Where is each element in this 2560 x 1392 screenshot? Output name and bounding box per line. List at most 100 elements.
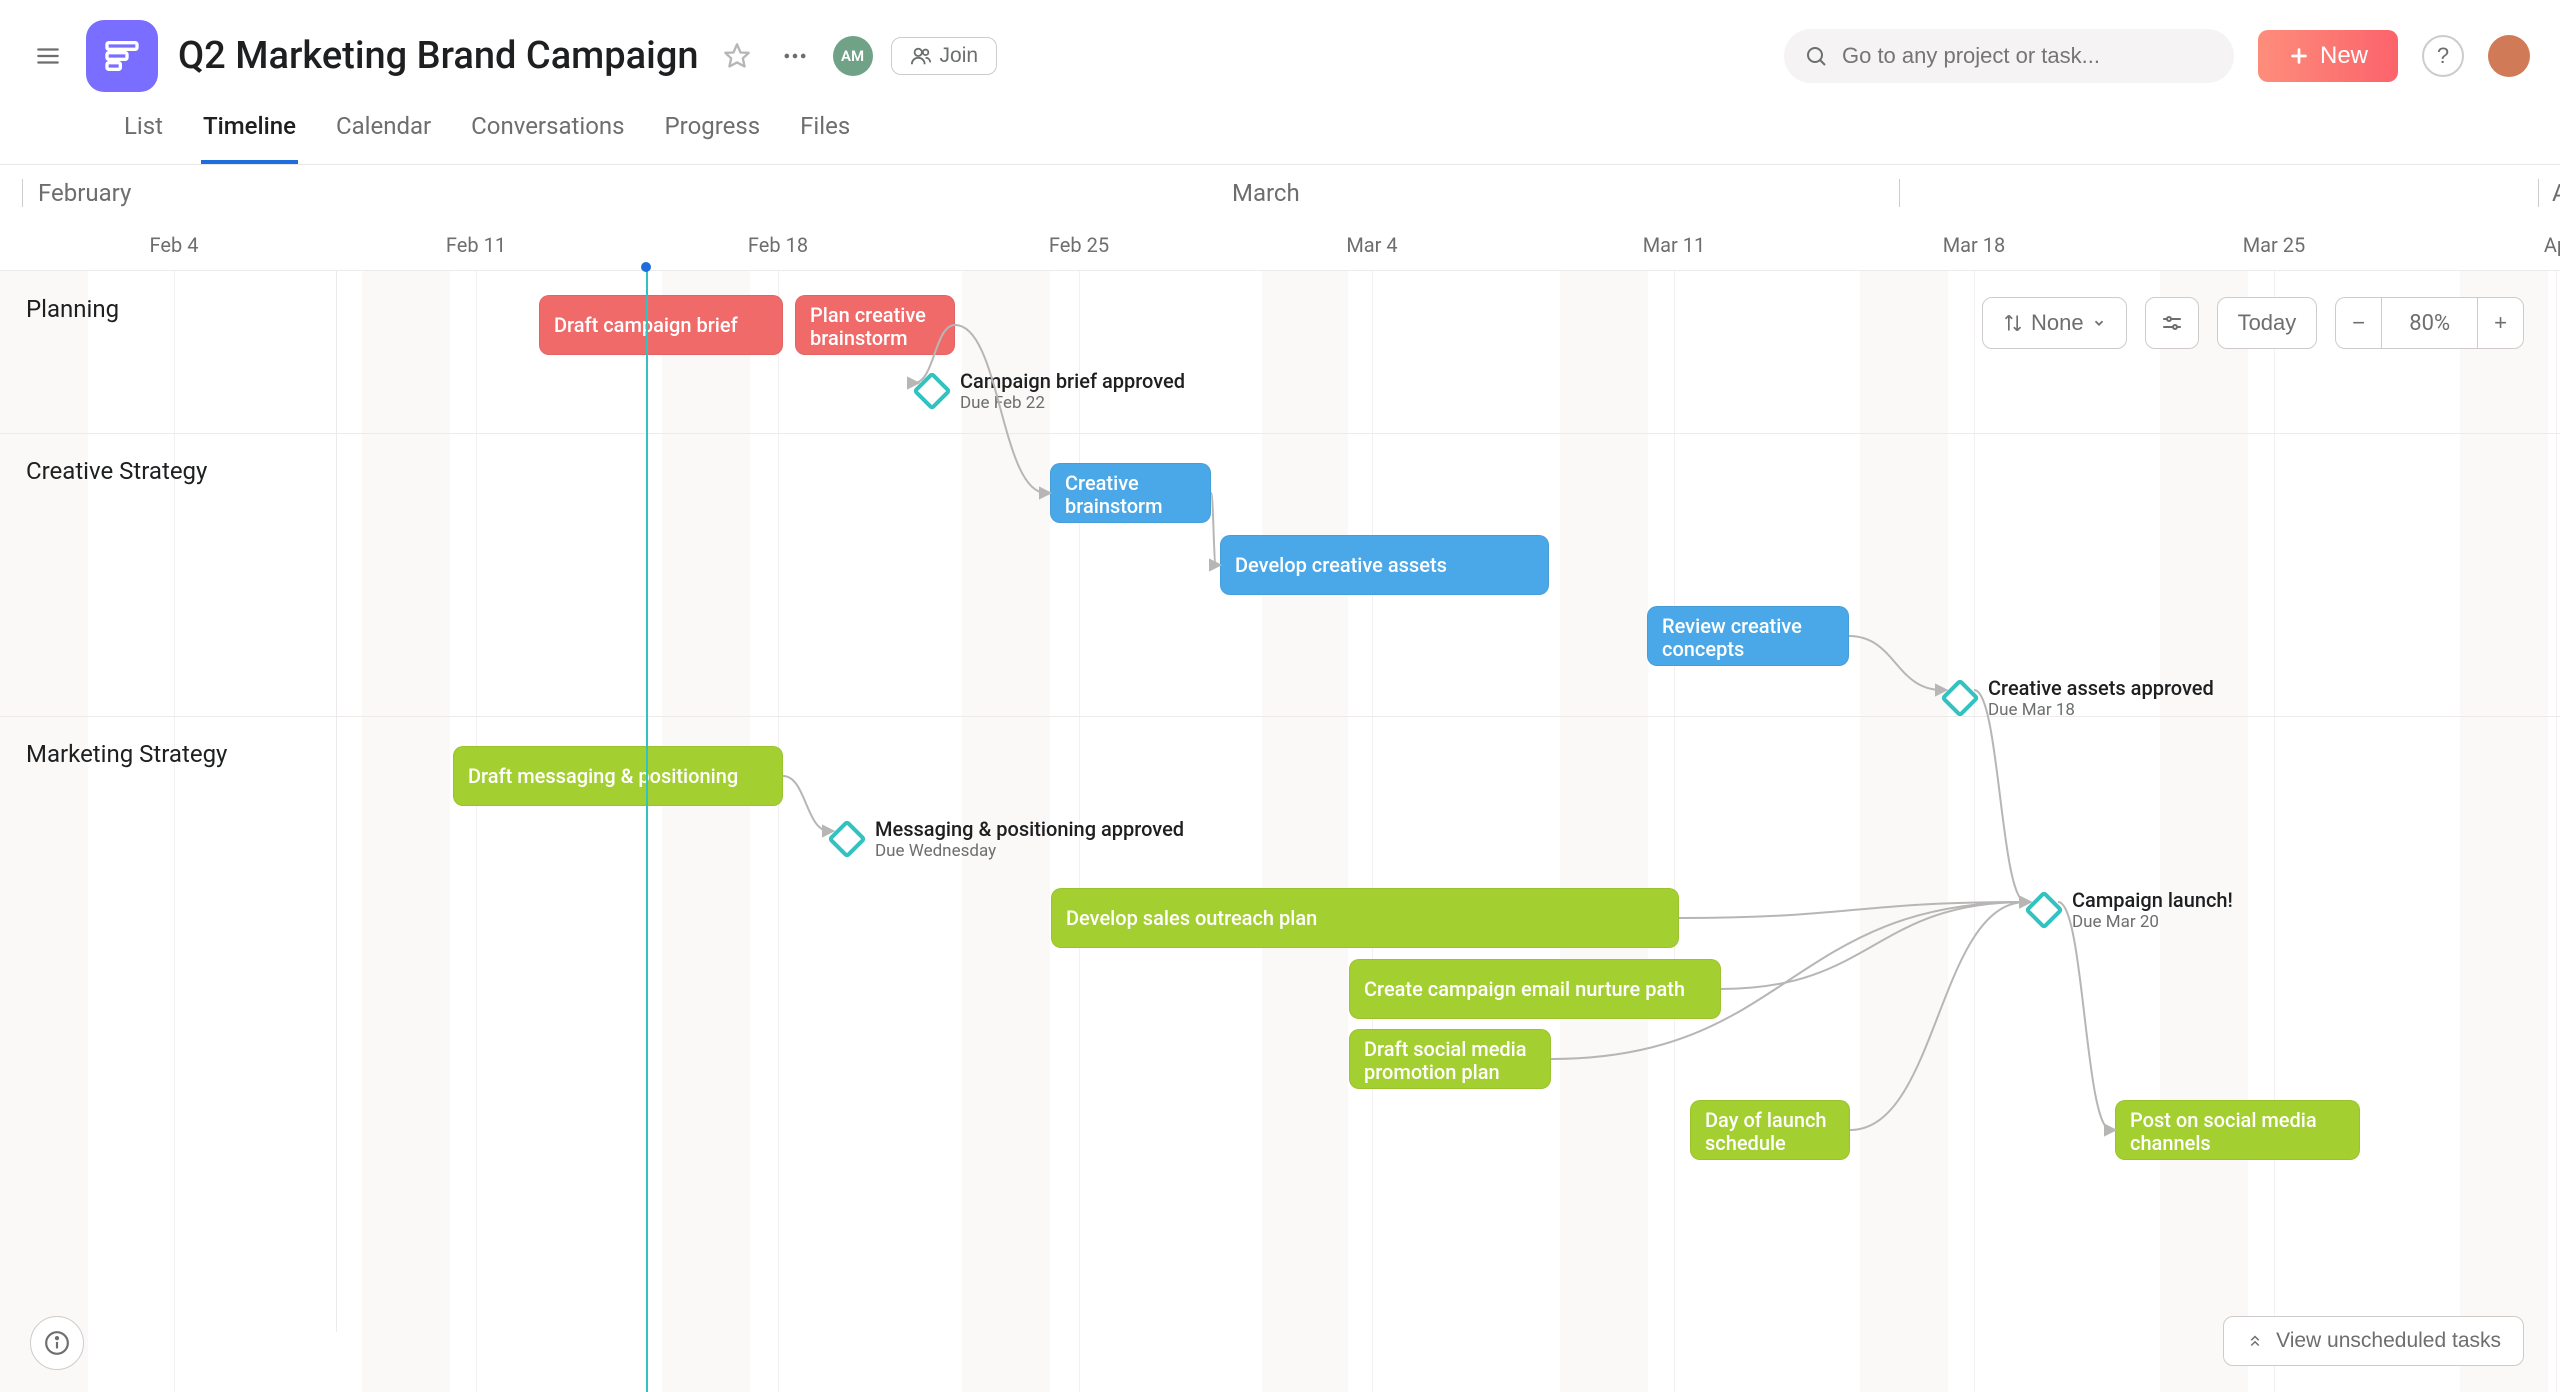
date-label: Mar 25 [2243,233,2306,257]
weekend-band [1560,271,1648,1392]
month-label: A [2552,179,2560,207]
project-icon [86,20,158,92]
user-avatar[interactable] [2488,35,2530,77]
milestone-brief-approved[interactable]: Campaign brief approvedDue Feb 22 [918,369,1185,413]
section-label[interactable]: Planning [26,295,119,323]
help-button[interactable]: ? [2422,35,2464,77]
month-divider [22,179,23,207]
search-input[interactable] [1842,43,2214,69]
task-label: Draft messaging & positioning [468,765,738,788]
sort-button[interactable]: None [1982,297,2127,349]
grid-line [1974,271,1975,1392]
view-unscheduled-button[interactable]: View unscheduled tasks [2223,1316,2524,1366]
task-creative-brainstorm[interactable]: Creative brainstorm [1050,463,1211,523]
join-label: Join [940,44,979,68]
task-post-social[interactable]: Post on social media channels [2115,1100,2360,1160]
task-label: Plan creative brainstorm [810,304,940,350]
new-button[interactable]: New [2258,30,2398,82]
grid-line [1372,271,1373,1392]
unscheduled-label: View unscheduled tasks [2276,1329,2501,1353]
search-field[interactable] [1784,29,2234,83]
task-label: Post on social media channels [2130,1109,2345,1155]
milestone-text: Creative assets approvedDue Mar 18 [1988,676,2214,720]
chevron-up-icon [2246,1332,2264,1350]
date-label: Feb 18 [748,233,808,257]
diamond-icon [827,819,867,859]
milestone-text: Campaign launch!Due Mar 20 [2072,888,2233,932]
diamond-icon [912,371,952,411]
tab-conversations[interactable]: Conversations [469,102,626,164]
date-label: Feb 11 [446,233,506,257]
milestone-positioning-approved[interactable]: Messaging & positioning approvedDue Wedn… [833,817,1184,861]
member-avatar[interactable]: AM [833,36,873,76]
tab-list[interactable]: List [122,102,165,164]
zoom-out-button[interactable]: − [2335,297,2381,349]
grid-line [476,271,477,1392]
section-divider [0,716,2560,717]
month-label: March [1232,179,1300,207]
task-review-concepts[interactable]: Review creative concepts [1647,606,1849,666]
task-label: Develop sales outreach plan [1066,907,1317,930]
weekend-band [2160,271,2248,1392]
diamond-icon [1940,678,1980,718]
join-button[interactable]: Join [891,37,998,75]
task-label: Draft social media promotion plan [1364,1038,1536,1084]
task-label: Creative brainstorm [1065,472,1196,518]
section-column-divider [336,271,337,1332]
grid-line [2556,271,2557,1392]
grid-line [778,271,779,1392]
today-dot-icon [641,262,651,272]
star-icon[interactable] [717,36,757,76]
section-divider [0,433,2560,434]
search-icon [1804,44,1828,68]
grid-line [1674,271,1675,1392]
project-tabs: List Timeline Calendar Conversations Progres… [122,102,2530,164]
date-label: Mar 11 [1643,233,1706,257]
new-label: New [2320,42,2368,70]
sort-label: None [2031,310,2084,336]
task-email-nurture[interactable]: Create campaign email nurture path [1349,959,1721,1019]
grid-line [2274,271,2275,1392]
milestone-campaign-launch[interactable]: Campaign launch!Due Mar 20 [2030,888,2233,932]
weekend-band [362,271,450,1392]
task-social-plan[interactable]: Draft social media promotion plan [1349,1029,1551,1089]
task-label: Review creative concepts [1662,615,1834,661]
task-label: Create campaign email nurture path [1364,978,1685,1001]
task-label: Develop creative assets [1235,554,1447,577]
milestone-text: Campaign brief approvedDue Feb 22 [960,369,1185,413]
milestone-text: Messaging & positioning approvedDue Wedn… [875,817,1184,861]
more-icon[interactable] [775,36,815,76]
weekend-band [0,271,88,1392]
task-draft-brief[interactable]: Draft campaign brief [539,295,783,355]
month-divider [1899,179,1900,207]
chevron-down-icon [2092,316,2106,330]
project-title: Q2 Marketing Brand Campaign [178,34,699,78]
info-button[interactable] [30,1316,84,1370]
date-label: Mar 4 [1346,233,1397,257]
zoom-value: 80% [2381,297,2477,349]
task-sales-outreach[interactable]: Develop sales outreach plan [1051,888,1679,948]
task-launch-schedule[interactable]: Day of launch schedule [1690,1100,1850,1160]
weekend-band [662,271,750,1392]
section-label[interactable]: Marketing Strategy [26,740,227,768]
menu-toggle[interactable] [30,38,66,74]
today-indicator [646,271,648,1392]
section-label[interactable]: Creative Strategy [26,457,207,485]
task-develop-assets[interactable]: Develop creative assets [1220,535,1549,595]
month-label: February [38,179,131,207]
date-label: Feb 4 [150,233,199,257]
milestone-assets-approved[interactable]: Creative assets approvedDue Mar 18 [1946,676,2214,720]
zoom-in-button[interactable]: + [2477,297,2524,349]
tab-calendar[interactable]: Calendar [334,102,433,164]
weekend-band [1860,271,1948,1392]
tab-timeline[interactable]: Timeline [201,102,298,164]
weekend-band [1262,271,1348,1392]
task-draft-positioning[interactable]: Draft messaging & positioning [453,746,783,806]
today-button[interactable]: Today [2217,297,2318,349]
grid-line [174,271,175,1392]
filter-button[interactable] [2145,297,2199,349]
task-plan-brainstorm[interactable]: Plan creative brainstorm [795,295,955,355]
month-divider [2538,179,2539,207]
tab-progress[interactable]: Progress [663,102,763,164]
tab-files[interactable]: Files [798,102,852,164]
